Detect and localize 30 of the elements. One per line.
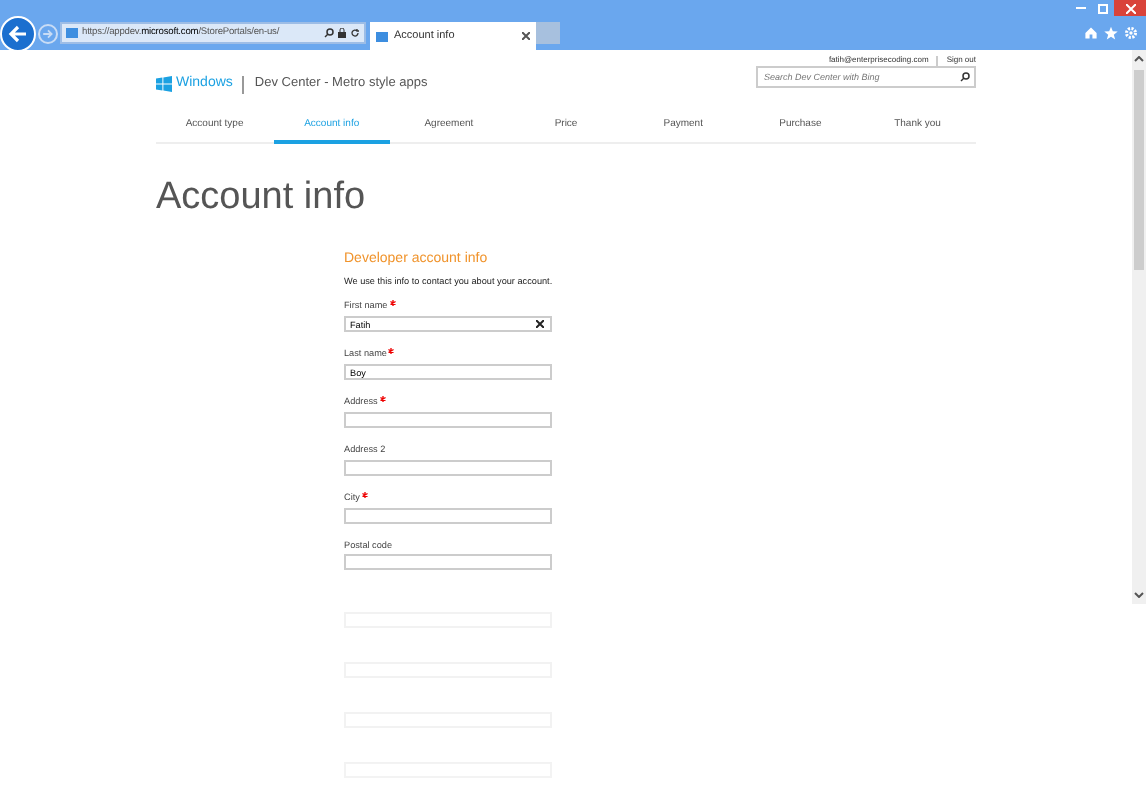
text-field[interactable] bbox=[344, 459, 552, 476]
page-title: Account info bbox=[156, 177, 368, 216]
search-icon[interactable] bbox=[960, 71, 970, 82]
page-icon bbox=[66, 28, 78, 38]
close-icon[interactable] bbox=[522, 32, 530, 40]
refresh-icon[interactable] bbox=[350, 28, 360, 38]
star-icon[interactable] bbox=[1104, 26, 1118, 40]
text-field[interactable] bbox=[344, 507, 552, 524]
restore-button[interactable] bbox=[1092, 0, 1114, 16]
forward-arrow-icon bbox=[42, 28, 54, 40]
close-icon bbox=[1125, 3, 1135, 13]
lock-icon bbox=[338, 28, 346, 38]
text-field[interactable] bbox=[344, 412, 552, 429]
windows-logo-icon bbox=[156, 76, 172, 93]
back-arrow-icon bbox=[8, 24, 28, 44]
back-button[interactable] bbox=[0, 16, 36, 52]
settings-icon[interactable] bbox=[1124, 26, 1138, 40]
home-icon[interactable] bbox=[1084, 26, 1098, 40]
minimize-icon bbox=[1076, 6, 1086, 10]
scroll-down-icon[interactable] bbox=[1134, 592, 1144, 598]
search-icon[interactable] bbox=[324, 28, 334, 38]
scroll-up-icon[interactable] bbox=[1134, 56, 1144, 62]
scroll-thumb[interactable] bbox=[1134, 70, 1144, 270]
close-button[interactable] bbox=[1114, 0, 1146, 16]
page-icon bbox=[376, 31, 388, 41]
clear-icon[interactable] bbox=[536, 320, 544, 329]
scrollbar[interactable] bbox=[1132, 50, 1146, 604]
forward-button[interactable] bbox=[38, 24, 58, 44]
text-field[interactable] bbox=[344, 554, 552, 571]
restore-icon bbox=[1098, 3, 1108, 13]
